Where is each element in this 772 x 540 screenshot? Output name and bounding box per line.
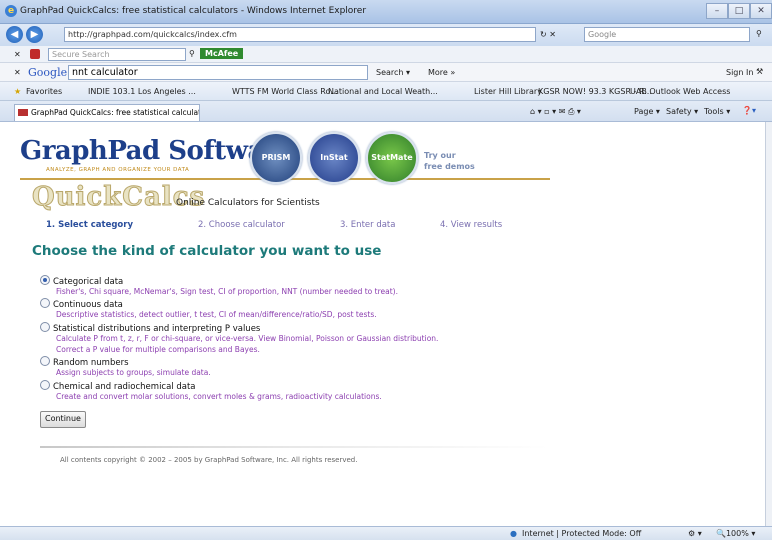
prism-label: PRISM	[261, 153, 291, 162]
mcafee-button[interactable]: McAfee	[200, 48, 244, 59]
quickcalcs-subtitle: Online Calculators for Scientists	[176, 198, 320, 208]
option-description: Descriptive statistics, detect outlier, …	[56, 310, 377, 319]
graphpad-favicon-icon	[18, 109, 28, 116]
prism-product-icon[interactable]: PRISM	[250, 132, 302, 184]
radio-random[interactable]	[40, 356, 50, 366]
google-toolbar: ✕ Google nnt calculator Search ▾ More » …	[0, 63, 772, 82]
option-label: Continuous data	[53, 300, 123, 310]
option-description: Correct a P value for multiple compariso…	[56, 345, 260, 354]
statmate-label: StatMate	[371, 153, 413, 162]
try-demos-link[interactable]: Try our free demos	[424, 150, 475, 172]
favorites-bar: ★ Favorites INDIE 103.1 Los Angeles ... …	[0, 82, 772, 101]
secure-search-icon[interactable]: ⚲	[189, 49, 195, 58]
tools-menu[interactable]: Tools ▾	[704, 107, 730, 116]
status-bar: ● Internet | Protected Mode: Off ⚙ ▾ 🔍10…	[0, 526, 772, 540]
page-menu[interactable]: Page ▾	[634, 107, 660, 116]
option-continuous[interactable]: Continuous data	[40, 298, 123, 310]
step-select-category: 1. Select category	[46, 220, 133, 230]
try-line1: Try our	[424, 151, 456, 160]
radio-chemical[interactable]	[40, 380, 50, 390]
ie-logo-icon: e	[5, 5, 17, 17]
back-button[interactable]: ◀	[6, 26, 23, 43]
google-logo: Google	[28, 66, 68, 79]
radio-distributions[interactable]	[40, 322, 50, 332]
favorite-item[interactable]: UAB Outlook Web Access	[630, 87, 730, 96]
tab-label: GraphPad QuickCalcs: free statistical ca…	[31, 108, 200, 117]
search-icon[interactable]: ⚲	[756, 29, 762, 38]
window-title: GraphPad QuickCalcs: free statistical ca…	[20, 6, 367, 16]
page-heading: Choose the kind of calculator you want t…	[32, 243, 382, 259]
step-view-results: 4. View results	[440, 220, 503, 230]
close-toolbar-icon[interactable]: ✕	[14, 50, 21, 59]
maximize-button[interactable]: □	[728, 3, 750, 19]
copyright-text: All contents copyright © 2002 – 2005 by …	[60, 456, 358, 464]
continue-button[interactable]: Continue	[40, 411, 86, 428]
shield-icon	[30, 49, 40, 59]
safety-menu[interactable]: Safety ▾	[666, 107, 698, 116]
try-line2: free demos	[424, 162, 475, 171]
secure-search-placeholder: Secure Search	[52, 50, 110, 59]
step-enter-data: 3. Enter data	[340, 220, 396, 230]
web-search-placeholder: Google	[588, 30, 617, 39]
favorites-button[interactable]: Favorites	[26, 87, 62, 96]
mcafee-label: McAfee	[205, 49, 239, 58]
zoom-level[interactable]: 🔍100% ▾	[716, 529, 755, 538]
wrench-icon[interactable]: ⚒	[756, 67, 763, 76]
status-tools-icon[interactable]: ⚙ ▾	[688, 529, 702, 538]
address-bar: ◀ ▶ http://graphpad.com/quickcalcs/index…	[0, 24, 772, 46]
option-random[interactable]: Random numbers	[40, 356, 129, 368]
tab-graphpad[interactable]: GraphPad QuickCalcs: free statistical ca…	[14, 104, 200, 121]
favorite-item[interactable]: Lister Hill Library	[474, 87, 542, 96]
home-icon[interactable]: ⌂ ▾ ▫ ▾ ✉ ⎙ ▾	[530, 107, 581, 117]
favorite-item[interactable]: WTTS FM World Class Ro...	[232, 87, 338, 96]
option-label: Chemical and radiochemical data	[53, 382, 196, 392]
security-toolbar: ✕ Secure Search ⚲ McAfee	[0, 46, 772, 63]
option-description: Create and convert molar solutions, conv…	[56, 392, 382, 401]
forward-button[interactable]: ▶	[26, 26, 43, 43]
option-description: Calculate P from t, z, r, F or chi-squar…	[56, 334, 439, 343]
vertical-scrollbar[interactable]	[765, 122, 772, 526]
step-choose-calculator: 2. Choose calculator	[198, 220, 285, 230]
option-label: Categorical data	[53, 277, 124, 287]
option-description: Fisher's, Chi square, McNemar's, Sign te…	[56, 287, 398, 296]
google-search-button[interactable]: Search ▾	[376, 68, 410, 77]
instat-product-icon[interactable]: InStat	[308, 132, 360, 184]
tab-bar: GraphPad QuickCalcs: free statistical ca…	[0, 101, 772, 122]
google-query-text: nnt calculator	[72, 67, 138, 78]
url-field[interactable]: http://graphpad.com/quickcalcs/index.cfm	[64, 27, 536, 42]
security-zone-text[interactable]: Internet | Protected Mode: Off	[522, 529, 641, 538]
google-search-input[interactable]: nnt calculator	[68, 65, 368, 80]
graphpad-tagline: ANALYZE, GRAPH AND ORGANIZE YOUR DATA	[46, 167, 190, 173]
footer-divider	[40, 446, 548, 448]
favorites-star-icon: ★	[14, 87, 22, 96]
statmate-product-icon[interactable]: StatMate	[366, 132, 418, 184]
secure-search-input[interactable]: Secure Search	[48, 48, 186, 61]
google-search-label: Search	[376, 68, 404, 77]
title-bar: e GraphPad QuickCalcs: free statistical …	[0, 0, 772, 24]
refresh-icon[interactable]: ↻ ✕	[540, 30, 556, 39]
globe-icon: ●	[510, 529, 517, 538]
option-distributions[interactable]: Statistical distributions and interpreti…	[40, 322, 260, 334]
close-button[interactable]: ✕	[750, 3, 772, 19]
more-button[interactable]: More »	[428, 68, 455, 77]
option-chemical[interactable]: Chemical and radiochemical data	[40, 380, 196, 392]
instat-label: InStat	[320, 153, 348, 162]
option-description: Assign subjects to groups, simulate data…	[56, 368, 211, 377]
option-categorical[interactable]: Categorical data	[40, 275, 123, 287]
favorite-item[interactable]: National and Local Weath...	[328, 87, 438, 96]
radio-continuous[interactable]	[40, 298, 50, 308]
close-google-toolbar-icon[interactable]: ✕	[14, 68, 21, 77]
sign-in-link[interactable]: Sign In	[726, 68, 753, 77]
zoom-value: 100%	[725, 529, 749, 538]
radio-categorical[interactable]	[40, 275, 50, 285]
favorite-item[interactable]: INDIE 103.1 Los Angeles ...	[88, 87, 196, 96]
option-label: Random numbers	[53, 358, 129, 368]
option-label: Statistical distributions and interpreti…	[53, 324, 261, 334]
url-text: http://graphpad.com/quickcalcs/index.cfm	[68, 30, 237, 39]
web-search-field[interactable]: Google	[584, 27, 750, 42]
minimize-button[interactable]: –	[706, 3, 728, 19]
help-icon[interactable]: ❓▾	[742, 106, 756, 115]
